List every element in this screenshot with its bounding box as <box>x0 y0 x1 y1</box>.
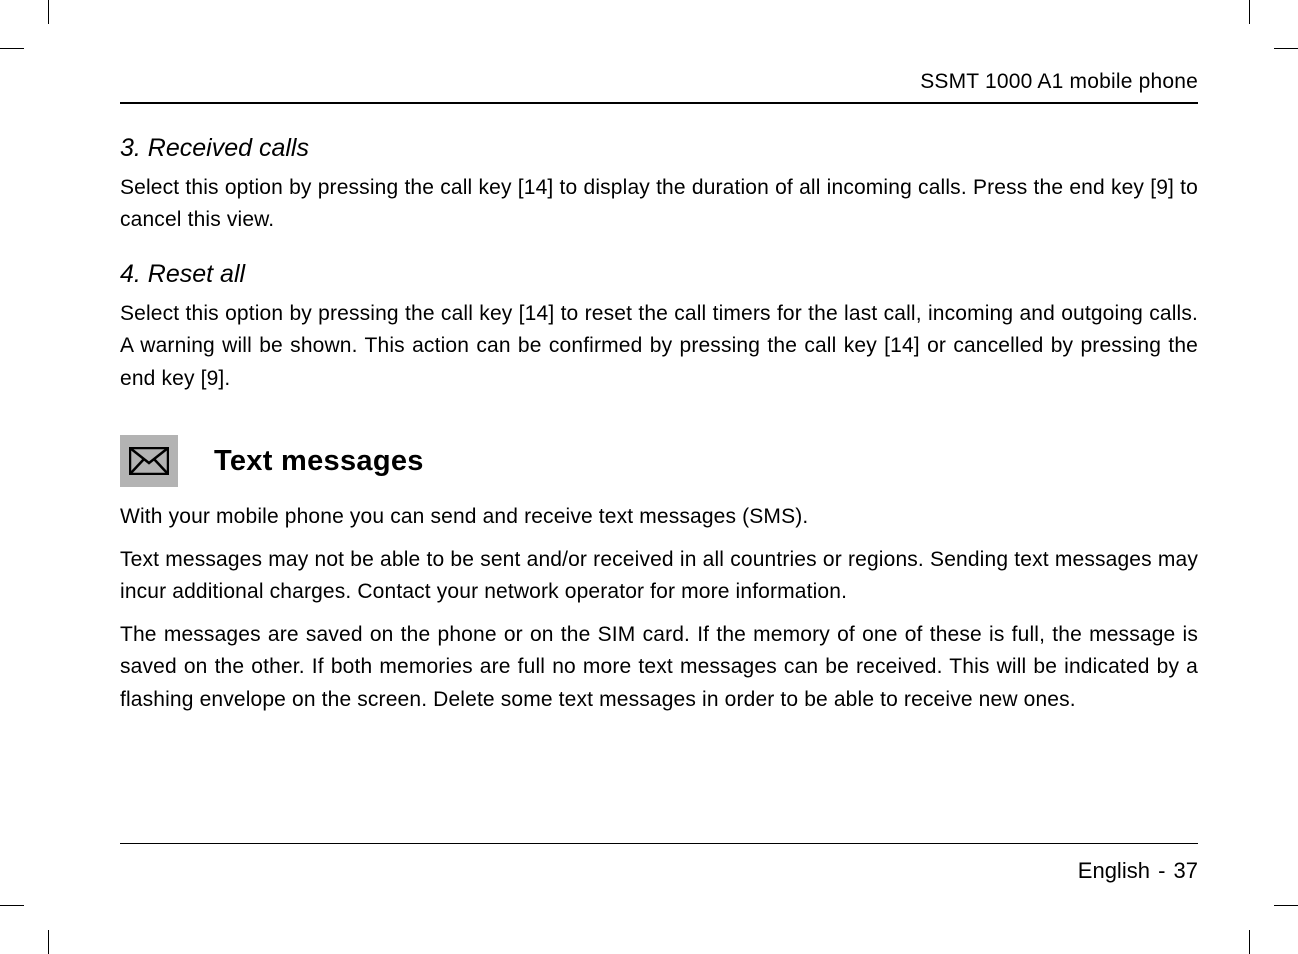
section-heading-row: Text messages <box>120 435 1198 487</box>
paragraph: Select this option by pressing the call … <box>120 298 1198 396</box>
running-header: SSMT 1000 A1 mobile phone <box>120 70 1198 104</box>
crop-mark <box>48 0 49 24</box>
paragraph: With your mobile phone you can send and … <box>120 501 1198 534</box>
crop-mark <box>0 905 24 906</box>
paragraph: Text messages may not be able to be sent… <box>120 544 1198 609</box>
footer-separator: - <box>1158 858 1165 883</box>
subheading-reset-all: 4. Reset all <box>120 255 1198 294</box>
crop-mark <box>0 48 24 49</box>
envelope-icon <box>120 435 178 487</box>
crop-mark <box>1249 0 1250 24</box>
crop-mark <box>1274 905 1298 906</box>
page-frame: SSMT 1000 A1 mobile phone 3. Received ca… <box>120 70 1198 884</box>
subheading-received-calls: 3. Received calls <box>120 129 1198 168</box>
page-footer: English - 37 <box>120 843 1198 884</box>
footer-page-number: 37 <box>1174 858 1198 883</box>
crop-mark <box>1249 930 1250 954</box>
page-body: 3. Received calls Select this option by … <box>120 129 1198 843</box>
paragraph: Select this option by pressing the call … <box>120 172 1198 237</box>
section-heading-text-messages: Text messages <box>214 439 424 484</box>
paragraph: The messages are saved on the phone or o… <box>120 619 1198 717</box>
crop-mark <box>48 930 49 954</box>
crop-mark <box>1274 48 1298 49</box>
footer-language: English <box>1078 858 1150 883</box>
